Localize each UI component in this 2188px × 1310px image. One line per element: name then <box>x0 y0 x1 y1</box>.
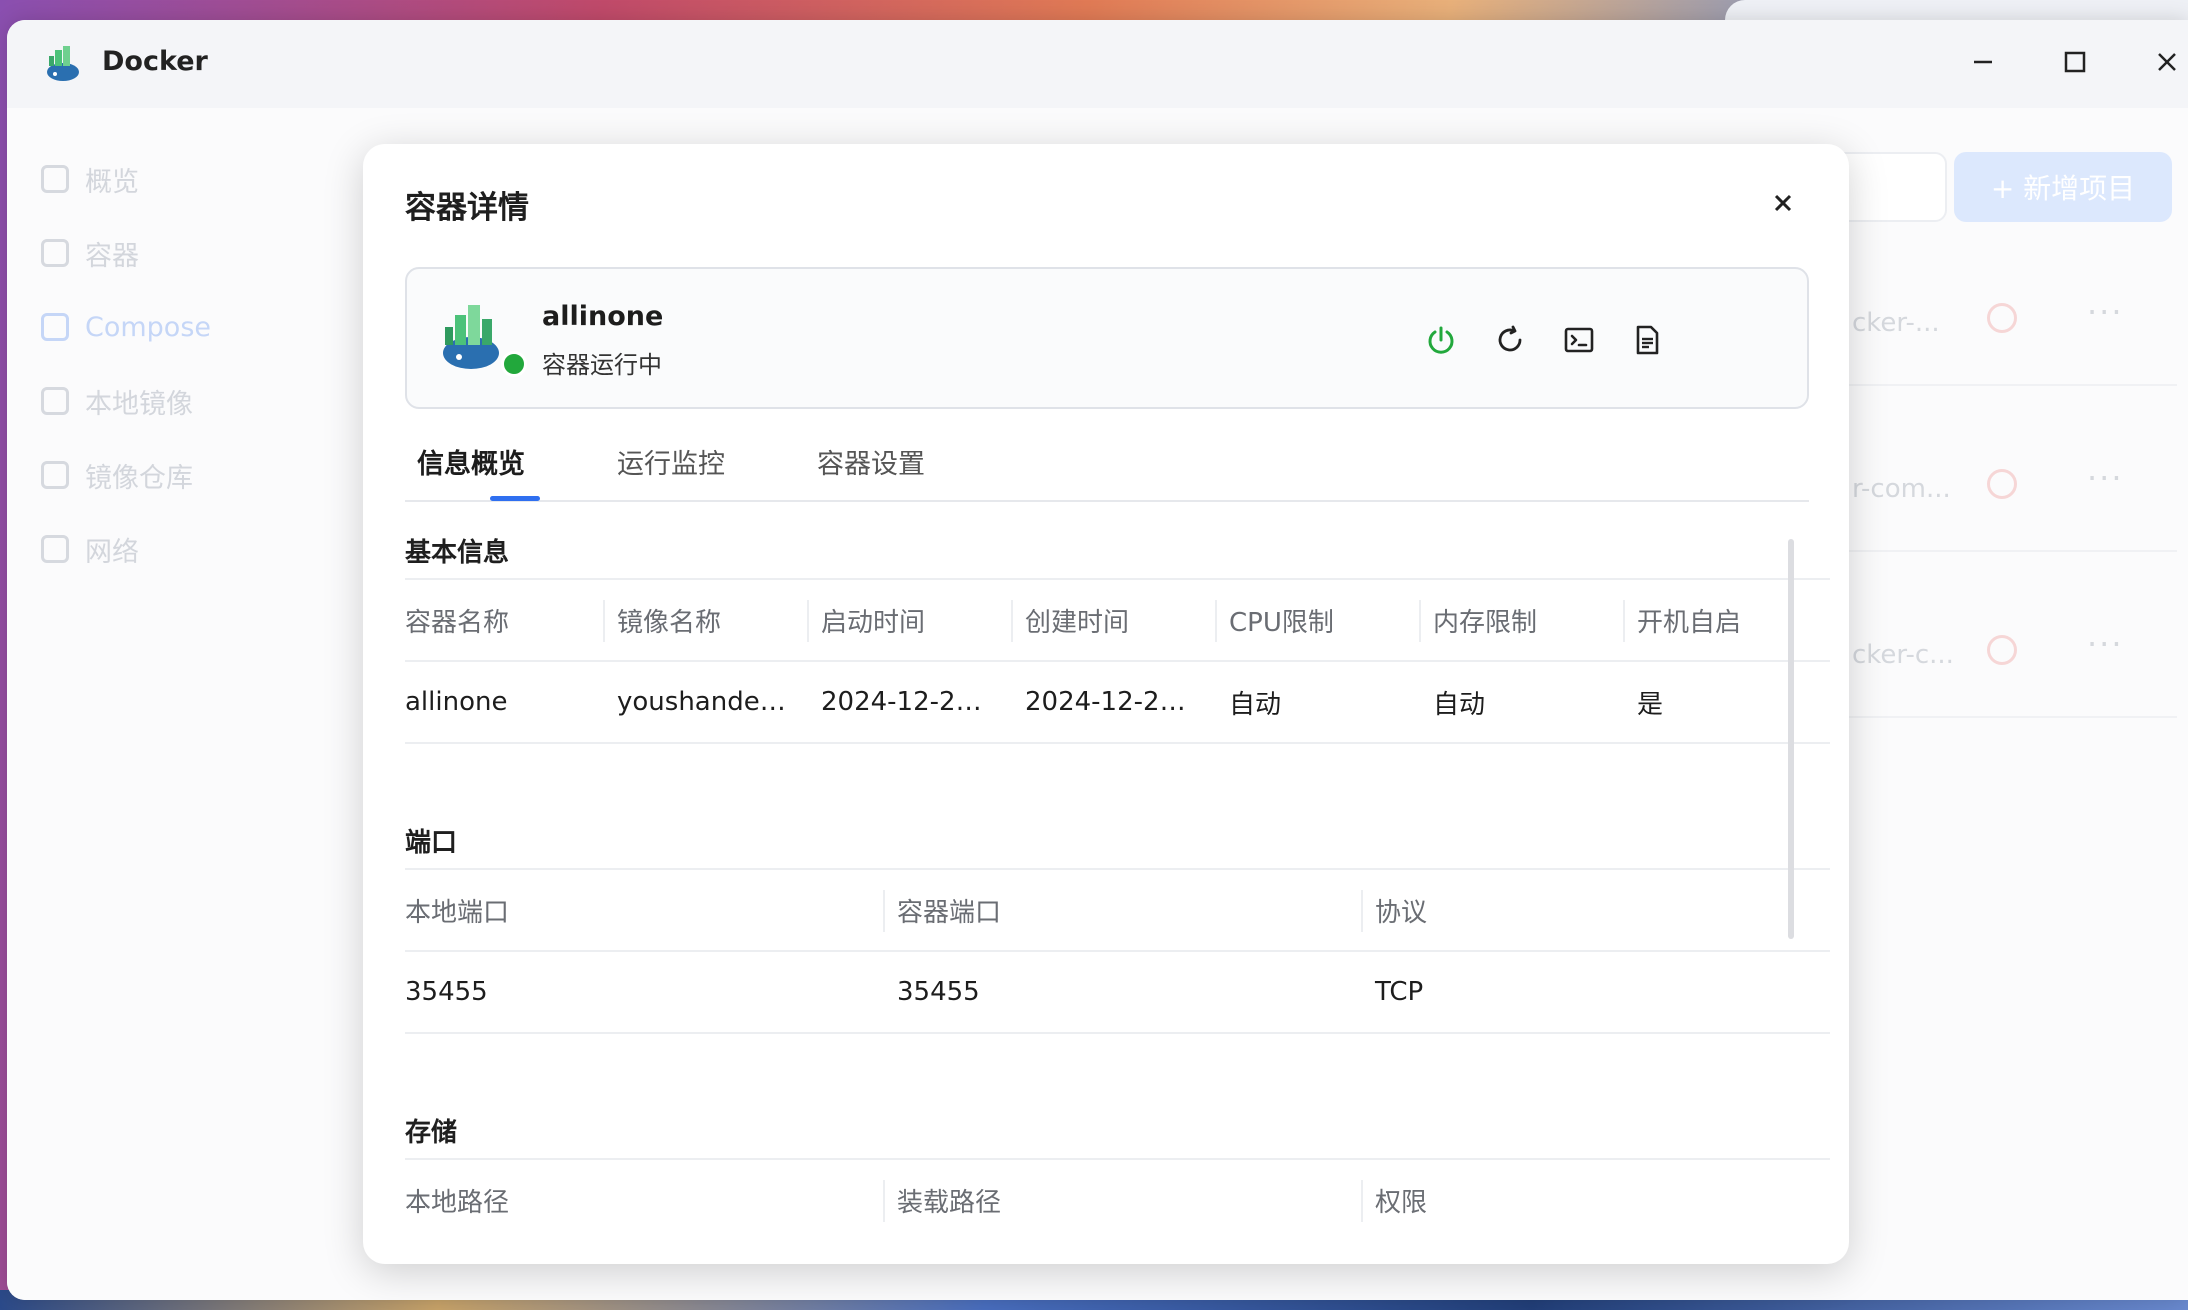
sidebar-item-label: 容器 <box>85 240 139 272</box>
power-icon <box>1428 326 1454 354</box>
table-header: CPU限制 <box>1215 578 1419 661</box>
globe-icon <box>41 535 69 563</box>
basic-info-table: 容器名称 镜像名称 启动时间 创建时间 CPU限制 内存限制 开机自启 alli… <box>405 578 1830 744</box>
more-icon[interactable]: ··· <box>2087 625 2124 663</box>
storage-title: 存储 <box>405 1118 458 1148</box>
power-icon[interactable] <box>1987 303 2017 333</box>
container-app-icon <box>443 305 499 369</box>
sidebar-item-network[interactable]: 网络 <box>41 524 139 574</box>
logs-button[interactable] <box>1627 320 1667 360</box>
table-header: 内存限制 <box>1419 578 1623 661</box>
table-cell: TCP <box>1361 950 1830 1034</box>
table-header: 容器名称 <box>405 578 603 661</box>
home-icon <box>41 461 69 489</box>
table-header: 开机自启 <box>1623 578 1830 661</box>
power-icon[interactable] <box>1987 635 2017 665</box>
sidebar-item-overview[interactable]: 概览 <box>41 154 139 204</box>
sidebar-item-containers[interactable]: 容器 <box>41 228 139 278</box>
add-project-label: + 新增项目 <box>1990 172 2136 205</box>
restart-button[interactable] <box>1490 320 1530 360</box>
power-icon[interactable] <box>1987 469 2017 499</box>
table-header: 装载路径 <box>883 1158 1361 1241</box>
table-cell: youshandefe... <box>603 660 807 744</box>
ports-title: 端口 <box>405 828 458 858</box>
tab-monitor[interactable]: 运行监控 <box>617 442 725 481</box>
running-status-dot <box>501 351 527 377</box>
table-header: 启动时间 <box>807 578 1011 661</box>
container-name: allinone <box>542 301 664 332</box>
table-cell: 2024-12-20 ... <box>1011 660 1215 744</box>
maximize-button[interactable] <box>2055 44 2095 84</box>
table-header: 本地端口 <box>405 868 883 951</box>
terminal-button[interactable] <box>1559 320 1599 360</box>
sidebar-item-label: 网络 <box>85 536 139 568</box>
row-name: cker-c... <box>1852 640 1954 670</box>
terminal-icon <box>1564 327 1594 353</box>
table-header: 协议 <box>1361 868 1830 951</box>
sidebar-item-compose[interactable]: Compose <box>41 302 211 352</box>
table-cell: allinone <box>405 660 603 744</box>
maximize-icon <box>2064 51 2086 73</box>
dialog-close-button[interactable] <box>1763 184 1803 224</box>
cube-icon <box>41 239 69 267</box>
window-title: Docker <box>102 46 208 77</box>
sidebar: 概览 容器 Compose 本地镜像 镜像仓库 网络 <box>7 108 337 1300</box>
close-icon <box>1774 194 1792 212</box>
close-icon <box>2158 53 2176 71</box>
container-status: 容器运行中 <box>542 351 662 379</box>
sidebar-item-local-images[interactable]: 本地镜像 <box>41 376 193 426</box>
grid-icon <box>41 165 69 193</box>
power-button[interactable] <box>1421 320 1461 360</box>
table-header: 本地路径 <box>405 1158 883 1241</box>
tab-settings[interactable]: 容器设置 <box>817 442 925 481</box>
table-header: 权限 <box>1361 1158 1830 1241</box>
refresh-icon <box>1498 325 1522 352</box>
title-bar[interactable]: Docker <box>7 20 2188 108</box>
row-name: r-com... <box>1852 474 1951 504</box>
table-cell: 35455 <box>405 950 883 1034</box>
sidebar-item-label: 本地镜像 <box>85 388 193 420</box>
table-row: allinone youshandefe... 2024-12-20 ... 2… <box>405 660 1830 744</box>
sidebar-item-registry[interactable]: 镜像仓库 <box>41 450 193 500</box>
sidebar-item-label: 镜像仓库 <box>85 462 193 494</box>
more-icon[interactable]: ··· <box>2087 293 2124 331</box>
minimize-icon <box>1974 60 1992 64</box>
docker-app-icon <box>47 46 79 81</box>
layers-icon <box>41 313 69 341</box>
dialog-title: 容器详情 <box>405 190 529 226</box>
table-header: 容器端口 <box>883 868 1361 951</box>
table-header: 创建时间 <box>1011 578 1215 661</box>
tab-overview[interactable]: 信息概览 <box>417 442 525 481</box>
detail-scroll-area[interactable]: 基本信息 容器名称 镜像名称 启动时间 创建时间 CPU限制 内存限制 开机自启… <box>405 524 1849 1264</box>
add-project-button[interactable]: + 新增项目 <box>1954 152 2172 222</box>
sidebar-item-label: 概览 <box>85 166 139 198</box>
detail-tabs: 信息概览 运行监控 容器设置 <box>405 442 1809 502</box>
table-cell: 是 <box>1623 660 1830 744</box>
ports-table: 本地端口 容器端口 协议 35455 35455 TCP <box>405 868 1830 1034</box>
table-row: 35455 35455 TCP <box>405 950 1830 1034</box>
table-cell: 自动 <box>1419 660 1623 744</box>
window-close-button[interactable] <box>2147 44 2187 84</box>
basic-info-title: 基本信息 <box>405 538 510 568</box>
more-icon[interactable]: ··· <box>2087 459 2124 497</box>
table-header: 镜像名称 <box>603 578 807 661</box>
scrollbar[interactable] <box>1788 539 1794 939</box>
sidebar-item-label: Compose <box>85 311 212 343</box>
container-summary-card: allinone 容器运行中 <box>405 267 1809 409</box>
container-detail-dialog: 容器详情 allinone 容器运行中 信息概览 运行监控 容器设置 基本信息 … <box>363 144 1849 1264</box>
minimize-button[interactable] <box>1963 44 2003 84</box>
table-cell: 35455 <box>883 950 1361 1034</box>
storage-table: 本地路径 装载路径 权限 <box>405 1158 1830 1241</box>
active-tab-indicator <box>490 496 540 501</box>
eye-icon <box>41 387 69 415</box>
row-name: cker-... <box>1852 308 1940 338</box>
table-cell: 自动 <box>1215 660 1419 744</box>
document-icon <box>1636 325 1659 355</box>
table-cell: 2024-12-20 ... <box>807 660 1011 744</box>
